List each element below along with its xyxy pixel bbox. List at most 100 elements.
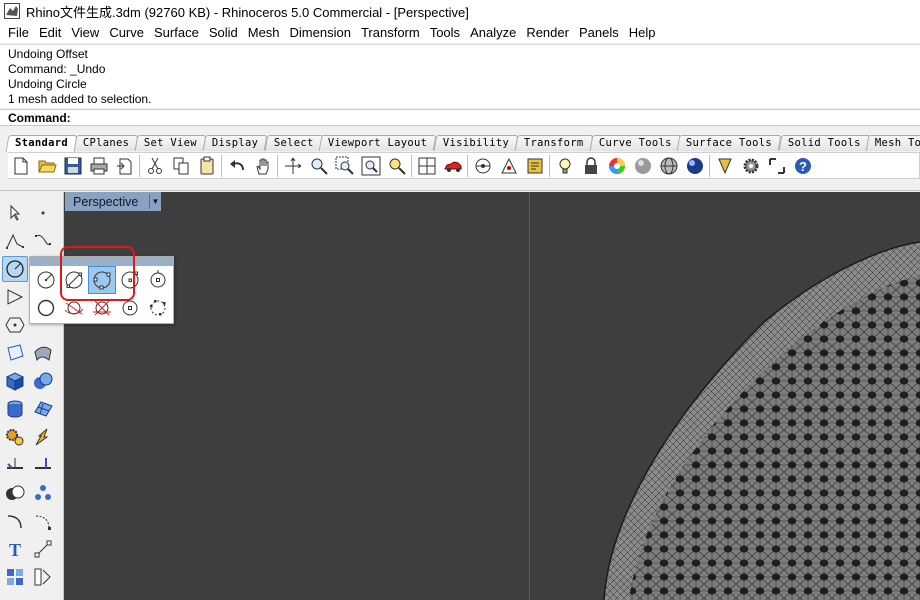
shaded-button[interactable]: [630, 153, 656, 179]
explode-tool[interactable]: [30, 424, 56, 450]
tab-solid-tools[interactable]: Solid Tools: [778, 135, 870, 151]
point-tool[interactable]: [30, 200, 56, 226]
zoom-button[interactable]: [306, 153, 332, 179]
open-file-button[interactable]: [34, 153, 60, 179]
circle-tool[interactable]: [2, 256, 28, 282]
circle-center-radius-button[interactable]: [32, 266, 60, 294]
sphere-tool[interactable]: [30, 368, 56, 394]
lock-button[interactable]: [578, 153, 604, 179]
help-button[interactable]: ?: [790, 153, 816, 179]
render-button[interactable]: [682, 153, 708, 179]
surface-tool[interactable]: [30, 340, 56, 366]
osnap-button[interactable]: [496, 153, 522, 179]
zoom-selected-button[interactable]: [384, 153, 410, 179]
zoom-window-button[interactable]: [332, 153, 358, 179]
select-tool[interactable]: [2, 200, 28, 226]
save-button[interactable]: [60, 153, 86, 179]
tab-visibility[interactable]: Visibility: [433, 135, 519, 151]
rectangle-tool[interactable]: [2, 340, 28, 366]
circle-deformable-button[interactable]: [32, 294, 60, 322]
circle-diameter-button[interactable]: [60, 266, 88, 294]
light-button[interactable]: [552, 153, 578, 179]
tab-cplanes[interactable]: CPlanes: [73, 135, 139, 151]
trim-tool[interactable]: [2, 452, 28, 478]
paste-button[interactable]: [194, 153, 220, 179]
menu-edit[interactable]: Edit: [34, 22, 66, 43]
cut-button[interactable]: [142, 153, 168, 179]
fillet-tool[interactable]: [2, 508, 28, 534]
circle-3point-button[interactable]: [88, 266, 116, 294]
tab-select[interactable]: Select: [264, 135, 323, 151]
menu-panels[interactable]: Panels: [574, 22, 624, 43]
polygon-tool[interactable]: [2, 312, 28, 338]
tab-standard[interactable]: Standard: [5, 135, 78, 152]
circle-vertical-button[interactable]: [144, 266, 172, 294]
flyout-header[interactable]: [30, 257, 173, 266]
text-tool[interactable]: T: [2, 536, 28, 562]
zoom-extents-button[interactable]: [358, 153, 384, 179]
split-tool[interactable]: [30, 452, 56, 478]
blend-tool[interactable]: [30, 508, 56, 534]
tab-mesh-tools[interactable]: Mesh Tool: [865, 135, 920, 151]
svg-text:?: ?: [799, 159, 807, 174]
command-input[interactable]: [74, 110, 920, 125]
tab-set-view[interactable]: Set View: [134, 135, 207, 151]
gear-button[interactable]: [738, 153, 764, 179]
tab-curve-tools[interactable]: Curve Tools: [589, 135, 681, 151]
pan-button[interactable]: [250, 153, 276, 179]
menu-render[interactable]: Render: [521, 22, 574, 43]
tab-display[interactable]: Display: [202, 135, 269, 151]
tab-viewport-layout[interactable]: Viewport Layout: [319, 135, 438, 151]
menu-help[interactable]: Help: [624, 22, 661, 43]
menu-mesh[interactable]: Mesh: [243, 22, 285, 43]
rotate-view-button[interactable]: [280, 153, 306, 179]
copy-button[interactable]: [168, 153, 194, 179]
layer-color-button[interactable]: [604, 153, 630, 179]
menu-transform[interactable]: Transform: [356, 22, 425, 43]
circle-around-curve-button[interactable]: [116, 294, 144, 322]
undo-button[interactable]: [224, 153, 250, 179]
tab-surface-tools[interactable]: Surface Tools: [676, 135, 782, 151]
named-view-button[interactable]: [440, 153, 466, 179]
arc-tool[interactable]: [2, 284, 28, 310]
curve-tool[interactable]: [30, 228, 56, 254]
cplane-button[interactable]: [470, 153, 496, 179]
toolbar-layout-icon: [769, 157, 785, 174]
command-history[interactable]: Undoing Offset Command: _Undo Undoing Ci…: [0, 44, 920, 108]
viewport-title-tab[interactable]: Perspective ▼: [65, 192, 161, 211]
print-button[interactable]: [86, 153, 112, 179]
toolbar-layout-button[interactable]: [764, 153, 790, 179]
polyline-tool[interactable]: [2, 228, 28, 254]
mesh-tool[interactable]: [30, 396, 56, 422]
cylinder-tool[interactable]: [2, 396, 28, 422]
menu-solid[interactable]: Solid: [204, 22, 243, 43]
dimension-tool[interactable]: [30, 536, 56, 562]
viewport-layout-button[interactable]: [414, 153, 440, 179]
project-tool[interactable]: [30, 564, 56, 590]
menu-curve[interactable]: Curve: [104, 22, 149, 43]
menu-view[interactable]: View: [66, 22, 104, 43]
circle-tangent-curves-button[interactable]: [60, 294, 88, 322]
array-tool[interactable]: [30, 480, 56, 506]
circle-tangent-curves-icon: [64, 301, 84, 315]
menu-dimension[interactable]: Dimension: [285, 22, 356, 43]
object-properties-button[interactable]: [522, 153, 548, 179]
circle-tangent-3curves-button[interactable]: [88, 294, 116, 322]
grid-tool[interactable]: [2, 564, 28, 590]
tab-transform[interactable]: Transform: [514, 135, 593, 151]
perspective-viewport[interactable]: Perspective ▼: [64, 192, 920, 600]
boolean-tool[interactable]: [2, 480, 28, 506]
circle-fit-points-button[interactable]: [144, 294, 172, 322]
menu-file[interactable]: File: [3, 22, 34, 43]
options-button[interactable]: [712, 153, 738, 179]
transform-tool[interactable]: [2, 424, 28, 450]
menu-tools[interactable]: Tools: [425, 22, 465, 43]
import-button[interactable]: [112, 153, 138, 179]
wireframe-button[interactable]: [656, 153, 682, 179]
new-file-button[interactable]: [8, 153, 34, 179]
chevron-down-icon[interactable]: ▼: [149, 194, 161, 209]
circle-tangent-button[interactable]: [116, 266, 144, 294]
box-tool[interactable]: [2, 368, 28, 394]
menu-surface[interactable]: Surface: [149, 22, 204, 43]
menu-analyze[interactable]: Analyze: [465, 22, 521, 43]
